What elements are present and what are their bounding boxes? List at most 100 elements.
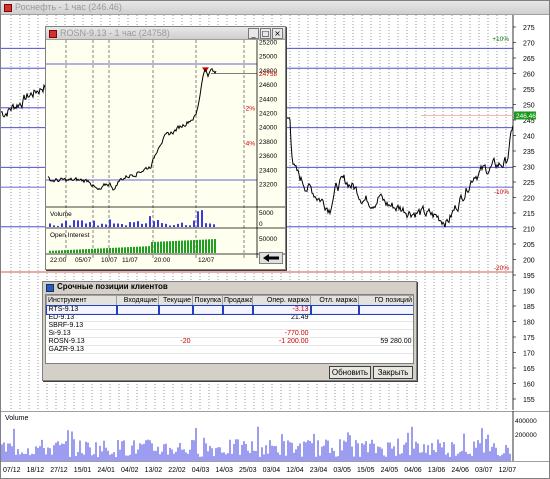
price-tick-label: 160 [523,382,535,389]
table-cell: GAZR-9.13 [46,345,117,354]
sub-date-tick-label: 22:00 [50,257,67,264]
table-cell [222,329,253,338]
price-tick-label: 185 [523,304,535,311]
sub-price-tick-label: 24200 [259,111,277,118]
app-icon [4,4,12,12]
main-volume-panel: Volume 400000 200000 [1,411,549,461]
price-tick-label: 205 [523,242,535,249]
sub-price-tick-label: 24400 [259,96,277,103]
price-tick-label: 190 [523,289,535,296]
date-tick-label: 12/07 [499,467,517,474]
positions-table: Инструмент Входящие Текущие Покупка Продажа О… [46,295,413,354]
date-tick-label: 15/05 [357,467,375,474]
column-header[interactable]: Инструмент [46,295,117,306]
table-cell [309,304,360,315]
table-cell: Si-9.13 [46,329,117,338]
sub-price-tick-label: 25000 [259,54,277,61]
sub-price-chart[interactable]: 2520025000248002460024400242002400023800… [46,40,285,269]
price-tick-label: 255 [523,87,535,94]
table-cell [192,329,223,338]
price-tick-label: 265 [523,56,535,63]
table-cell [222,313,253,322]
price-tick-label: 195 [523,273,535,280]
price-tick-label: 270 [523,41,535,48]
rosn-futures-chart-window[interactable]: ROSN-9.13 - 1 час (24758) _ □ × 25200 250… [45,26,286,270]
volume-label: Volume [5,415,28,422]
sub-price-tick-label: 24000 [259,125,277,132]
price-tick-label: 200 [523,258,535,265]
positions-grid[interactable]: Инструмент Входящие Текущие Покупка Продажа О… [45,294,414,364]
table-cell [252,321,311,330]
date-tick-label: 03/04 [263,467,281,474]
sub-date-tick-label: 05/07 [75,257,92,264]
table-cell: -770.00 [252,329,311,338]
table-cell [310,337,359,346]
date-tick-label: 07/12 [3,467,21,474]
table-cell [157,304,194,315]
sub-last-price: 24758 [259,71,277,78]
table-row[interactable]: ROSN-9.13 -20 -1 200.00 59 280.00 [46,337,413,346]
percent-level-label: -10% [494,189,509,196]
main-titlebar[interactable]: Роснефть - 1 час (246.46) [1,1,549,15]
sub-volume-label: Volume [50,211,72,218]
table-cell [158,313,193,322]
sub-date-tick-label: 11/07 [122,257,138,264]
table-cell [116,321,159,330]
date-tick-label: 03/05 [333,467,351,474]
column-header[interactable]: Покупка [192,295,223,306]
date-tick-label: 04/02 [121,467,139,474]
table-cell [192,345,223,354]
column-header[interactable]: Входящие [116,295,159,306]
percent-level-label: -20% [494,265,509,272]
price-tick-label: 240 [523,134,535,141]
positions-titlebar[interactable]: Срочные позиции клиентов [43,282,416,294]
table-cell [310,313,359,322]
table-cell [221,304,254,315]
table-cell [252,345,311,354]
date-tick-label: 03/07 [475,467,493,474]
maximize-button[interactable]: □ [260,28,271,39]
table-row[interactable]: SBRF-9.13 [46,321,413,330]
date-tick-label: 13/02 [145,467,163,474]
column-header[interactable]: Продажа [222,295,253,306]
client-positions-window[interactable]: Срочные позиции клиентов Инструмент Входя… [42,281,417,381]
date-tick-label: 22/02 [168,467,186,474]
sub-date-tick-label: 20:00 [154,257,171,264]
column-header[interactable]: Отл. маржа [310,295,359,306]
volume-tick-label: 200000 [515,432,537,439]
table-cell: 21.49 [252,313,311,322]
table-cell: ROSN-9.13 [46,337,117,346]
price-tick-label: 275 [523,25,535,32]
sub-window-title: ROSN-9.13 - 1 час (24758) [60,28,170,38]
sub-titlebar[interactable]: ROSN-9.13 - 1 час (24758) _ □ × [46,27,285,40]
table-row[interactable]: RTS-9.13 -3.13 [46,304,413,315]
table-row[interactable]: ED-9.13 21.49 [46,313,413,322]
table-row[interactable]: GAZR-9.13 [46,345,413,354]
table-cell [192,337,223,346]
main-window-title: Роснефть - 1 час (246.46) [15,2,122,12]
column-header[interactable]: ГО позиций [358,295,413,306]
price-tick-label: 235 [523,149,535,156]
minimize-button[interactable]: _ [248,28,259,39]
column-header[interactable]: Текущие [158,295,193,306]
sub-percent-label: -2% [243,106,255,113]
table-row[interactable]: Si-9.13 -770.00 [46,329,413,338]
close-button[interactable]: × [272,28,283,39]
table-cell: -20 [158,337,193,346]
table-cell [116,329,159,338]
column-header[interactable]: Опер. маржа [252,295,311,306]
table-cell: 59 280.00 [358,337,413,346]
price-tick-label: 260 [523,72,535,79]
sub-date-tick-label: 10/07 [101,257,118,264]
price-tick-label: 155 [523,397,535,404]
date-tick-label: 24/05 [381,467,399,474]
date-tick-label: 24/01 [97,467,115,474]
date-tick-label: 14/03 [215,467,233,474]
close-positions-button[interactable]: Закрыть [373,366,413,379]
refresh-button[interactable]: Обновить [329,366,371,379]
date-tick-label: 13/06 [428,467,446,474]
table-cell [358,321,413,330]
scroll-left-button[interactable] [259,252,283,264]
date-tick-label: 24/06 [451,467,469,474]
table-cell [310,329,359,338]
